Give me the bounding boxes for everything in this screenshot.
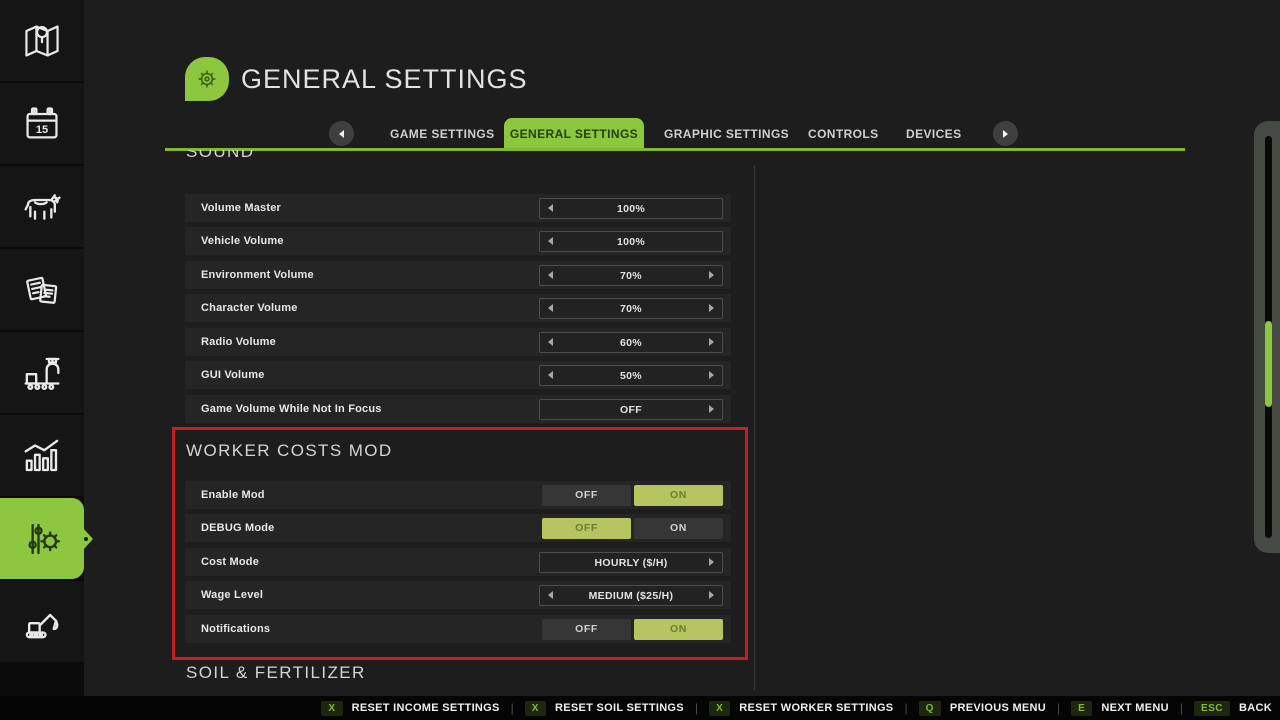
footer-divider: | [695,701,698,715]
footer-reset-soil[interactable]: X RESET SOIL SETTINGS [525,701,684,716]
setting-row-game-volume-focus: Game Volume While Not In Focus OFF [185,395,731,423]
cost-mode-stepper[interactable]: HOURLY ($/H) [539,552,723,573]
volume-master-stepper[interactable]: 100% [539,198,723,219]
tab-general-settings[interactable]: GENERAL SETTINGS [504,118,644,151]
setting-row-gui-volume: GUI Volume 50% [185,361,731,389]
arrow-left-icon [339,130,344,138]
sidebar-item-settings[interactable] [0,498,84,579]
increase-arrow-icon[interactable] [709,304,714,312]
settings-icon [21,518,63,560]
gear-icon [192,64,222,94]
footer-reset-worker[interactable]: X RESET WORKER SETTINGS [709,701,893,716]
setting-row-environment-volume: Environment Volume 70% [185,261,731,289]
section-header-worker-costs-mod: WORKER COSTS MOD [186,441,393,461]
key-esc-badge: ESC [1194,701,1230,716]
vehicle-volume-stepper[interactable]: 100% [539,231,723,252]
footer-reset-income[interactable]: X RESET INCOME SETTINGS [321,701,499,716]
increase-arrow-icon[interactable] [709,271,714,279]
setting-row-character-volume: Character Volume 70% [185,294,731,322]
sidebar-item-statistics[interactable] [0,415,84,496]
calendar-day-label: 15 [36,123,48,135]
setting-row-radio-volume: Radio Volume 60% [185,328,731,356]
footer-divider: | [511,701,514,715]
increase-arrow-icon[interactable] [709,338,714,346]
toggle-off-button[interactable]: OFF [542,619,631,640]
scrollbar[interactable] [1254,121,1280,553]
increase-arrow-icon[interactable] [709,405,714,413]
key-q-badge: Q [919,701,941,716]
debug-mode-toggle[interactable]: OFF ON [542,518,723,539]
setting-row-notifications: Notifications OFF ON [185,615,731,643]
enable-mod-toggle[interactable]: OFF ON [542,485,723,506]
increase-arrow-icon[interactable] [709,371,714,379]
key-x-badge: X [321,701,342,716]
sidebar-item-contracts[interactable] [0,249,84,330]
footer-next-menu[interactable]: E NEXT MENU [1071,701,1169,716]
setting-row-wage-level: Wage Level MEDIUM ($25/H) [185,581,731,609]
footer-divider: | [904,701,907,715]
wage-level-stepper[interactable]: MEDIUM ($25/H) [539,585,723,606]
sidebar-item-calendar[interactable]: 15 [0,83,84,164]
excavator-icon [21,601,63,643]
footer-back[interactable]: ESC BACK [1194,701,1272,716]
sidebar-item-construction[interactable] [0,581,84,662]
toggle-on-button[interactable]: ON [634,619,723,640]
arrow-right-icon [1003,130,1008,138]
footer-hotkey-bar: X RESET INCOME SETTINGS | X RESET SOIL S… [0,696,1280,720]
radio-volume-stepper[interactable]: 60% [539,332,723,353]
toggle-off-button[interactable]: OFF [542,518,631,539]
setting-row-enable-mod: Enable Mod OFF ON [185,481,731,509]
increase-arrow-icon[interactable] [709,558,714,566]
tabs-next-button[interactable] [993,121,1018,146]
active-notch-dot [84,537,88,541]
production-icon [21,352,63,394]
map-icon [22,21,62,61]
general-settings-screen: 15 [0,0,1280,720]
game-volume-focus-stepper[interactable]: OFF [539,399,723,420]
footer-previous-menu[interactable]: Q PREVIOUS MENU [919,701,1046,716]
tab-graphic-settings[interactable]: GRAPHIC SETTINGS [664,118,789,151]
key-x-badge: X [709,701,730,716]
key-e-badge: E [1071,701,1092,716]
toggle-on-button[interactable]: ON [634,485,723,506]
toggle-off-button[interactable]: OFF [542,485,631,506]
settings-gear-badge [185,57,229,101]
footer-divider: | [1180,701,1183,715]
setting-row-debug-mode: DEBUG Mode OFF ON [185,514,731,542]
key-x-badge: X [525,701,546,716]
calendar-icon: 15 [22,104,62,144]
setting-row-volume-master: Volume Master 100% [185,194,731,222]
character-volume-stepper[interactable]: 70% [539,298,723,319]
environment-volume-stepper[interactable]: 70% [539,265,723,286]
statistics-icon [21,435,63,477]
toggle-on-button[interactable]: ON [634,518,723,539]
cow-icon [21,186,63,228]
section-header-sound: SOUND [186,150,586,165]
section-header-soil-fertilizer: SOIL & FERTILIZER [186,663,586,679]
setting-row-vehicle-volume: Vehicle Volume 100% [185,227,731,255]
sidebar-item-production[interactable] [0,332,84,413]
setting-row-cost-mode: Cost Mode HOURLY ($/H) [185,548,731,576]
scrollbar-thumb[interactable] [1265,321,1272,407]
content-divider [754,165,755,690]
contracts-icon [22,270,62,310]
tab-devices[interactable]: DEVICES [906,118,961,151]
tab-controls[interactable]: CONTROLS [808,118,879,151]
sidebar-item-animals[interactable] [0,166,84,247]
sidebar-item-map[interactable] [0,0,84,81]
tabs-previous-button[interactable] [329,121,354,146]
page-title: GENERAL SETTINGS [241,64,528,95]
tab-game-settings[interactable]: GAME SETTINGS [390,118,495,151]
sidebar: 15 [0,0,84,696]
gui-volume-stepper[interactable]: 50% [539,365,723,386]
notifications-toggle[interactable]: OFF ON [542,619,723,640]
increase-arrow-icon[interactable] [709,591,714,599]
footer-divider: | [1057,701,1060,715]
